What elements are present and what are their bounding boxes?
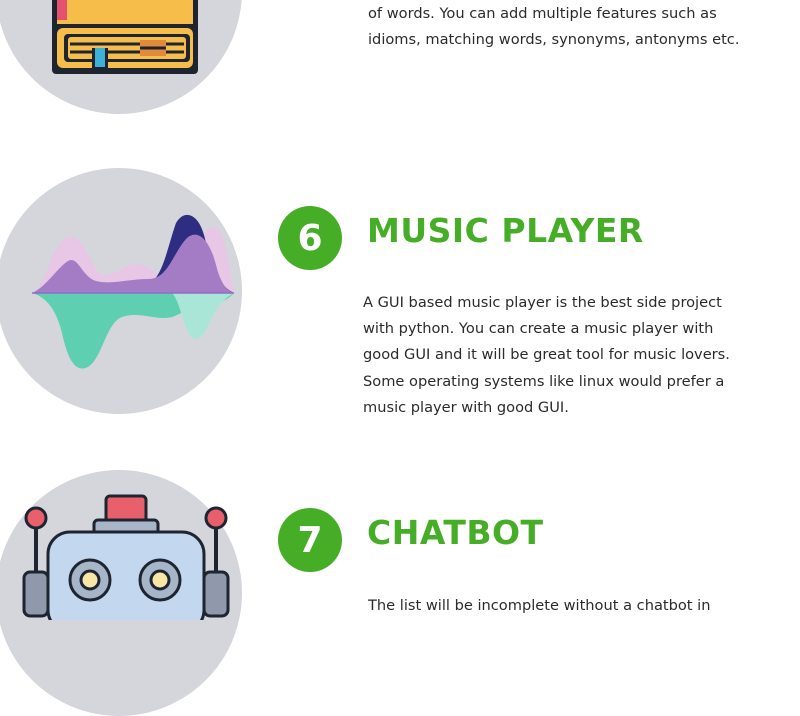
section5-line: idioms, matching words, synonyms, antony… — [368, 31, 740, 49]
section6-title: MUSIC PLAYER — [367, 211, 644, 250]
section5-description: of words. You can add multiple features … — [368, 1, 739, 53]
book-icon — [52, 0, 198, 74]
sound-wave-icon — [32, 214, 234, 369]
section5-line: of words. You can add multiple features … — [368, 5, 717, 22]
robot-icon — [22, 494, 230, 620]
section6-number-badge: 6 — [278, 206, 342, 270]
section7-title: CHATBOT — [367, 513, 544, 552]
section6-line: music player with good GUI. — [363, 398, 569, 416]
section6-line: with python. You can create a music play… — [363, 320, 714, 338]
section7-description: The list will be incomplete without a ch… — [368, 593, 710, 619]
section6-line: good GUI and it will be great tool for m… — [363, 346, 730, 364]
section6-line: Some operating systems like linux would … — [363, 372, 725, 390]
section6-description: A GUI based music player is the best sid… — [363, 290, 730, 421]
section7-number-badge: 7 — [278, 508, 342, 572]
section7-line: The list will be incomplete without a ch… — [368, 597, 711, 614]
section6-line: A GUI based music player is the best sid… — [363, 294, 722, 311]
